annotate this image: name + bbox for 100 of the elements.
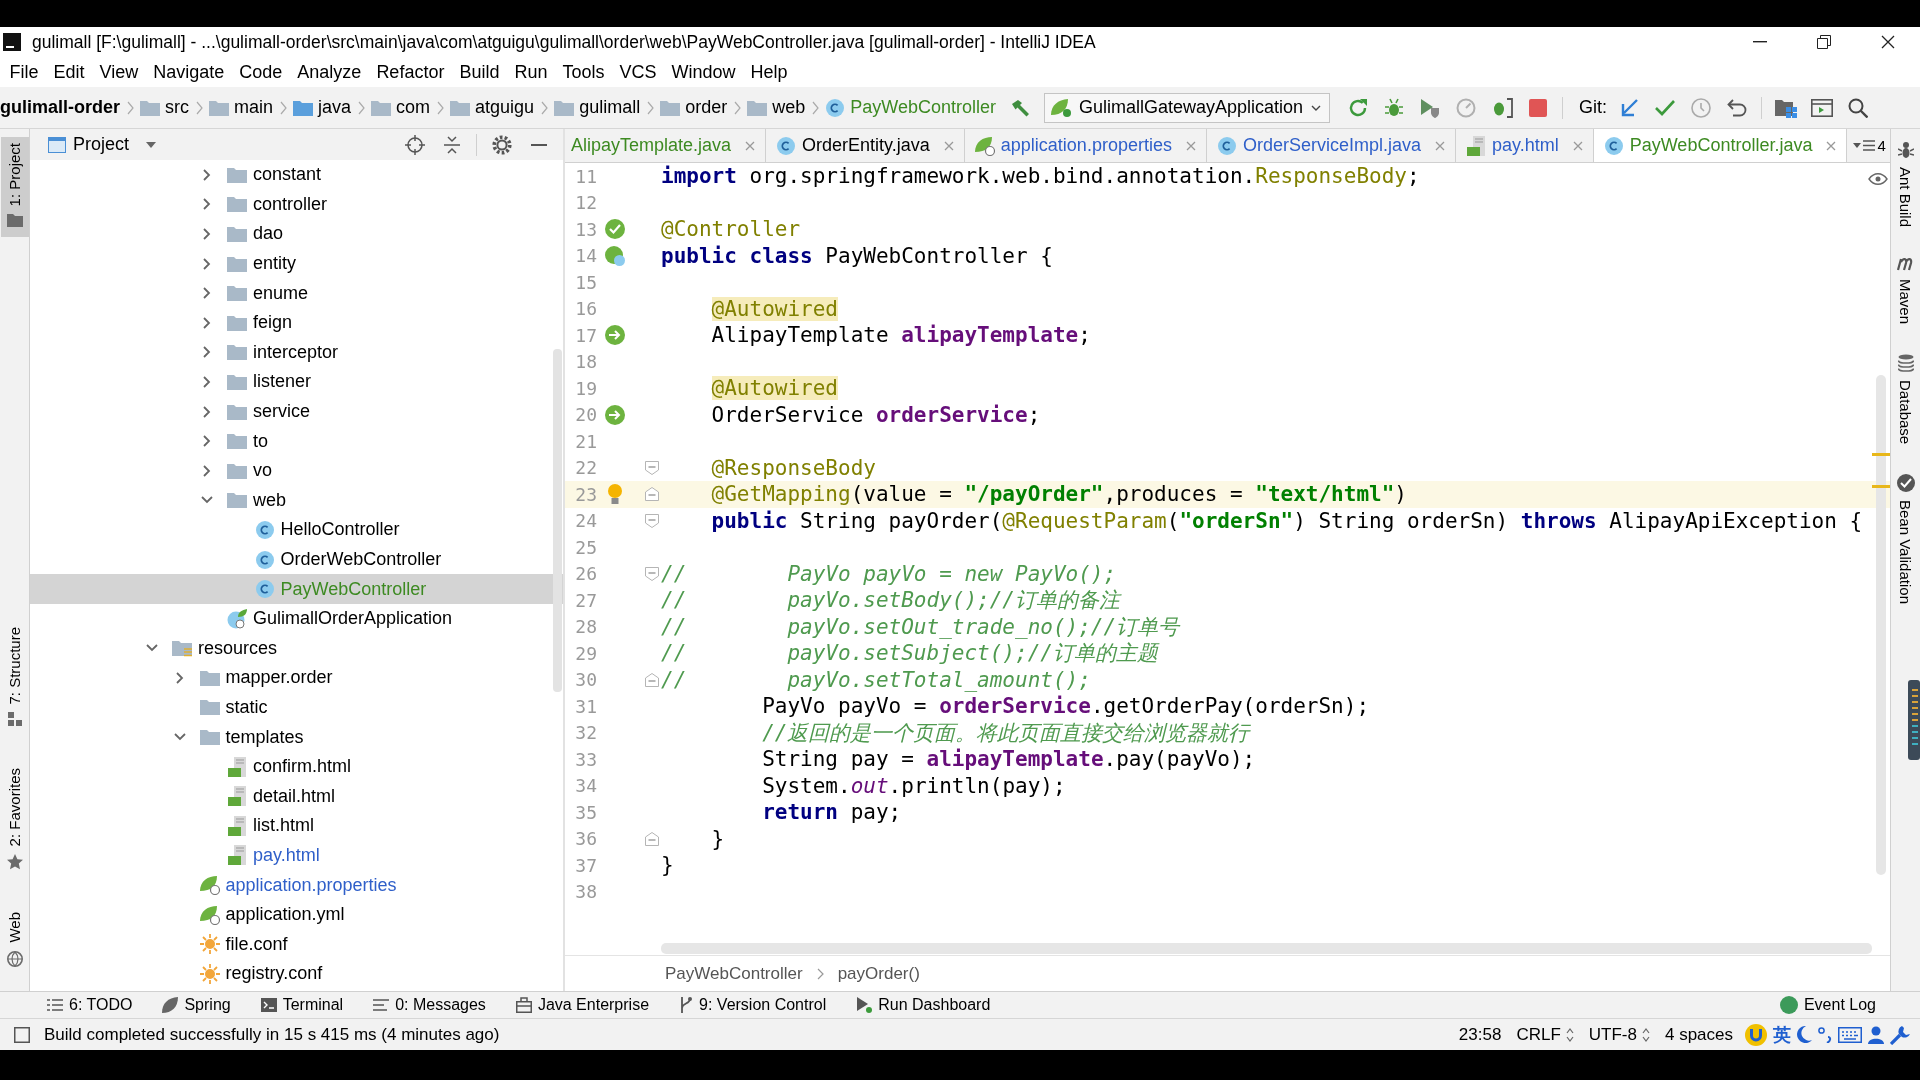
tree-item[interactable]: OrderWebController <box>30 544 563 575</box>
breadcrumb-item[interactable]: java <box>293 97 352 118</box>
tool-window-button[interactable]: 6: TODO <box>47 996 133 1014</box>
rerun-icon[interactable] <box>1348 97 1369 118</box>
chevron-right-icon[interactable] <box>203 228 211 240</box>
stop-icon[interactable] <box>1529 98 1548 117</box>
breadcrumb-item[interactable]: order <box>660 97 728 118</box>
editor-tab[interactable]: pay.html <box>1456 129 1594 162</box>
tree-item[interactable]: application.yml <box>30 899 563 930</box>
tree-item[interactable]: enume <box>30 278 563 308</box>
menu-item[interactable]: Refactor <box>368 61 452 83</box>
chevron-right-icon[interactable] <box>203 464 211 477</box>
panel-title-dropdown[interactable]: Project <box>48 134 157 155</box>
menu-item[interactable]: Build <box>451 61 507 83</box>
tree-item[interactable]: HelloController <box>30 515 563 545</box>
menu-item[interactable]: Analyze <box>289 61 369 83</box>
check-circle-icon[interactable] <box>605 219 625 240</box>
tab-overflow-button[interactable]: 4 <box>1847 129 1892 162</box>
tool-window-button[interactable]: Terminal <box>260 996 344 1014</box>
editor-tab[interactable]: application.properties <box>964 129 1207 162</box>
minimize-icon[interactable] <box>1753 41 1767 43</box>
breadcrumb-item[interactable]: web <box>747 97 806 118</box>
scrollbar-thumb[interactable] <box>1876 375 1886 875</box>
keyboard-icon[interactable] <box>1838 1026 1862 1043</box>
chevron-right-icon[interactable] <box>203 435 211 448</box>
punctuation-icon[interactable] <box>1818 1026 1832 1043</box>
breadcrumb-item[interactable]: PayWebController <box>825 97 996 118</box>
tree-item[interactable]: confirm.html <box>30 751 563 782</box>
breadcrumb-item[interactable]: PayWebController <box>665 963 803 984</box>
tool-window-button[interactable]: Event Log <box>1779 996 1876 1014</box>
wrench-icon[interactable] <box>1890 1024 1910 1045</box>
tool-window-button[interactable]: 0: Messages <box>373 996 486 1014</box>
breadcrumb-item[interactable]: gulimall-order <box>0 97 120 118</box>
tree-item[interactable]: mapper.order <box>30 663 563 693</box>
tool-window-button[interactable]: 2: Favorites <box>0 762 29 881</box>
shield-play-icon[interactable] <box>1420 97 1441 118</box>
tree-item[interactable]: controller <box>30 189 563 220</box>
chevron-right-icon[interactable] <box>203 198 211 211</box>
chevron-right-icon[interactable] <box>203 168 211 181</box>
chevron-right-icon[interactable] <box>203 257 211 270</box>
tree-item[interactable]: service <box>30 396 563 427</box>
editor-tab[interactable]: AlipayTemplate.java <box>565 129 767 162</box>
breadcrumb-item[interactable]: atguigu <box>450 97 535 118</box>
breadcrumb-item[interactable]: payOrder() <box>837 963 920 984</box>
check-icon[interactable] <box>1655 99 1676 116</box>
menu-item[interactable]: Edit <box>46 61 93 83</box>
breadcrumb-item[interactable]: main <box>209 97 274 118</box>
chevron-down-icon[interactable] <box>173 733 186 742</box>
tree-item[interactable]: vo <box>30 455 563 486</box>
tree-item[interactable]: entity <box>30 248 563 279</box>
collapse-icon[interactable] <box>442 135 461 154</box>
tree-item[interactable]: file.conf <box>30 929 563 960</box>
arrow-circle-icon[interactable] <box>605 404 625 425</box>
tool-window-button[interactable]: 1: Project <box>0 137 29 238</box>
run-config-dropdown[interactable]: GulimallGatewayApplication <box>1043 92 1331 123</box>
moon-icon[interactable] <box>1797 1026 1812 1043</box>
tree-item[interactable]: list.html <box>30 811 563 841</box>
breadcrumb-item[interactable]: com <box>371 97 431 118</box>
menu-item[interactable]: Code <box>231 61 290 83</box>
menu-item[interactable]: Tools <box>554 61 612 83</box>
editor-tab[interactable]: PayWebController.java <box>1593 129 1848 162</box>
crosshair-icon[interactable] <box>404 134 425 155</box>
tree-item[interactable]: interceptor <box>30 337 563 368</box>
chevron-right-icon[interactable] <box>203 287 211 300</box>
line-separator-widget[interactable]: CRLF <box>1516 1024 1574 1045</box>
tool-window-button[interactable]: Java Enterprise <box>515 996 650 1014</box>
chevron-right-icon[interactable] <box>203 405 211 418</box>
tree-item[interactable]: application.properties <box>30 870 563 900</box>
tree-item[interactable]: listener <box>30 367 563 397</box>
tree-item[interactable]: resources <box>30 633 563 664</box>
menu-item[interactable]: View <box>92 61 146 83</box>
bulb-icon[interactable] <box>607 484 623 505</box>
arrow-circle-icon[interactable] <box>605 325 625 346</box>
menu-item[interactable]: Help <box>743 61 796 83</box>
tree-item[interactable]: templates <box>30 722 563 752</box>
tool-window-button[interactable]: 9: Version Control <box>679 996 827 1014</box>
menu-item[interactable]: VCS <box>612 61 664 83</box>
tree-item[interactable]: feign <box>30 307 563 338</box>
tree-item[interactable]: to <box>30 426 563 456</box>
close-icon[interactable] <box>1881 35 1895 49</box>
tool-window-button[interactable]: Maven <box>1896 253 1915 329</box>
tree-item[interactable]: pay.html <box>30 840 563 871</box>
tool-window-button[interactable]: Ant Build <box>1897 137 1914 232</box>
ime-mode[interactable]: 英 <box>1773 1022 1791 1047</box>
editor-tab[interactable]: OrderEntity.java <box>766 129 965 162</box>
settings-icon[interactable] <box>491 134 512 155</box>
menu-item[interactable]: Window <box>664 61 744 83</box>
person-icon[interactable] <box>1868 1025 1884 1044</box>
bug-icon[interactable] <box>1384 97 1405 118</box>
chevron-right-icon[interactable] <box>203 375 211 388</box>
breadcrumb-item[interactable]: gulimall <box>554 97 641 118</box>
scrollbar-thumb[interactable] <box>661 943 1872 954</box>
tool-window-button[interactable]: Web <box>0 906 29 977</box>
editor-tab[interactable]: OrderServiceImpl.java <box>1206 129 1456 162</box>
chevron-right-icon[interactable] <box>203 316 211 329</box>
chevron-right-icon[interactable] <box>175 671 184 684</box>
tree-item[interactable]: registry.conf <box>30 959 563 989</box>
tree-item[interactable]: detail.html <box>30 781 563 812</box>
tree-item[interactable]: dao <box>30 219 563 249</box>
menu-item[interactable]: Navigate <box>145 61 232 83</box>
